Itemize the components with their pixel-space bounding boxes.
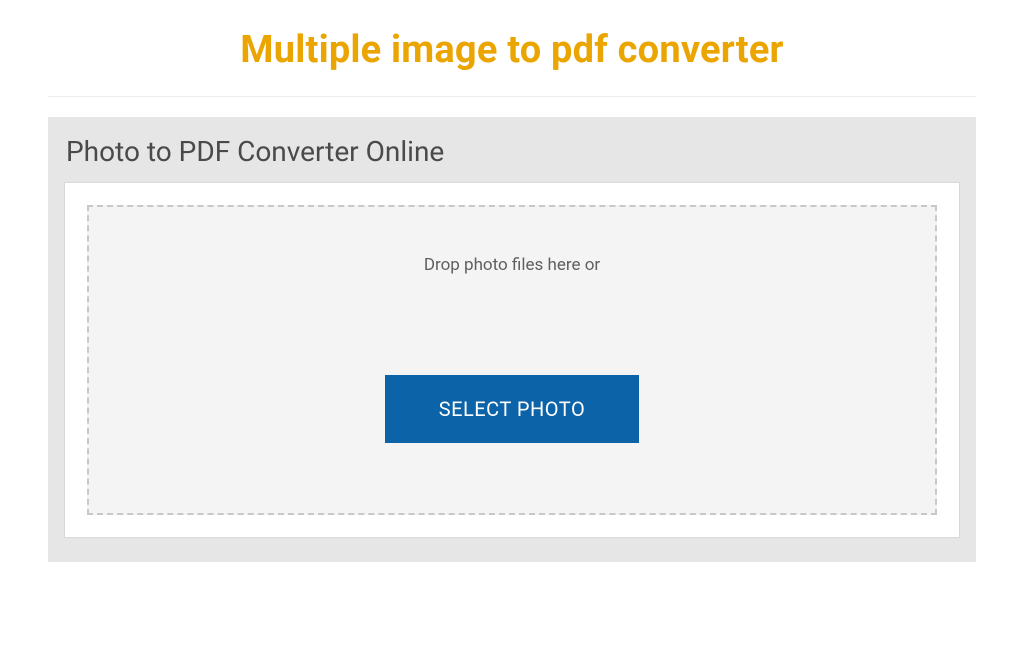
- converter-panel: Photo to PDF Converter Online Drop photo…: [48, 117, 976, 562]
- file-dropzone[interactable]: Drop photo files here or SELECT PHOTO: [87, 205, 937, 515]
- divider: [48, 96, 976, 97]
- page-title: Multiple image to pdf converter: [48, 28, 976, 72]
- select-photo-button[interactable]: SELECT PHOTO: [385, 375, 639, 443]
- dropzone-instruction: Drop photo files here or: [424, 255, 600, 275]
- card: Drop photo files here or SELECT PHOTO: [64, 182, 960, 538]
- panel-heading: Photo to PDF Converter Online: [66, 135, 960, 168]
